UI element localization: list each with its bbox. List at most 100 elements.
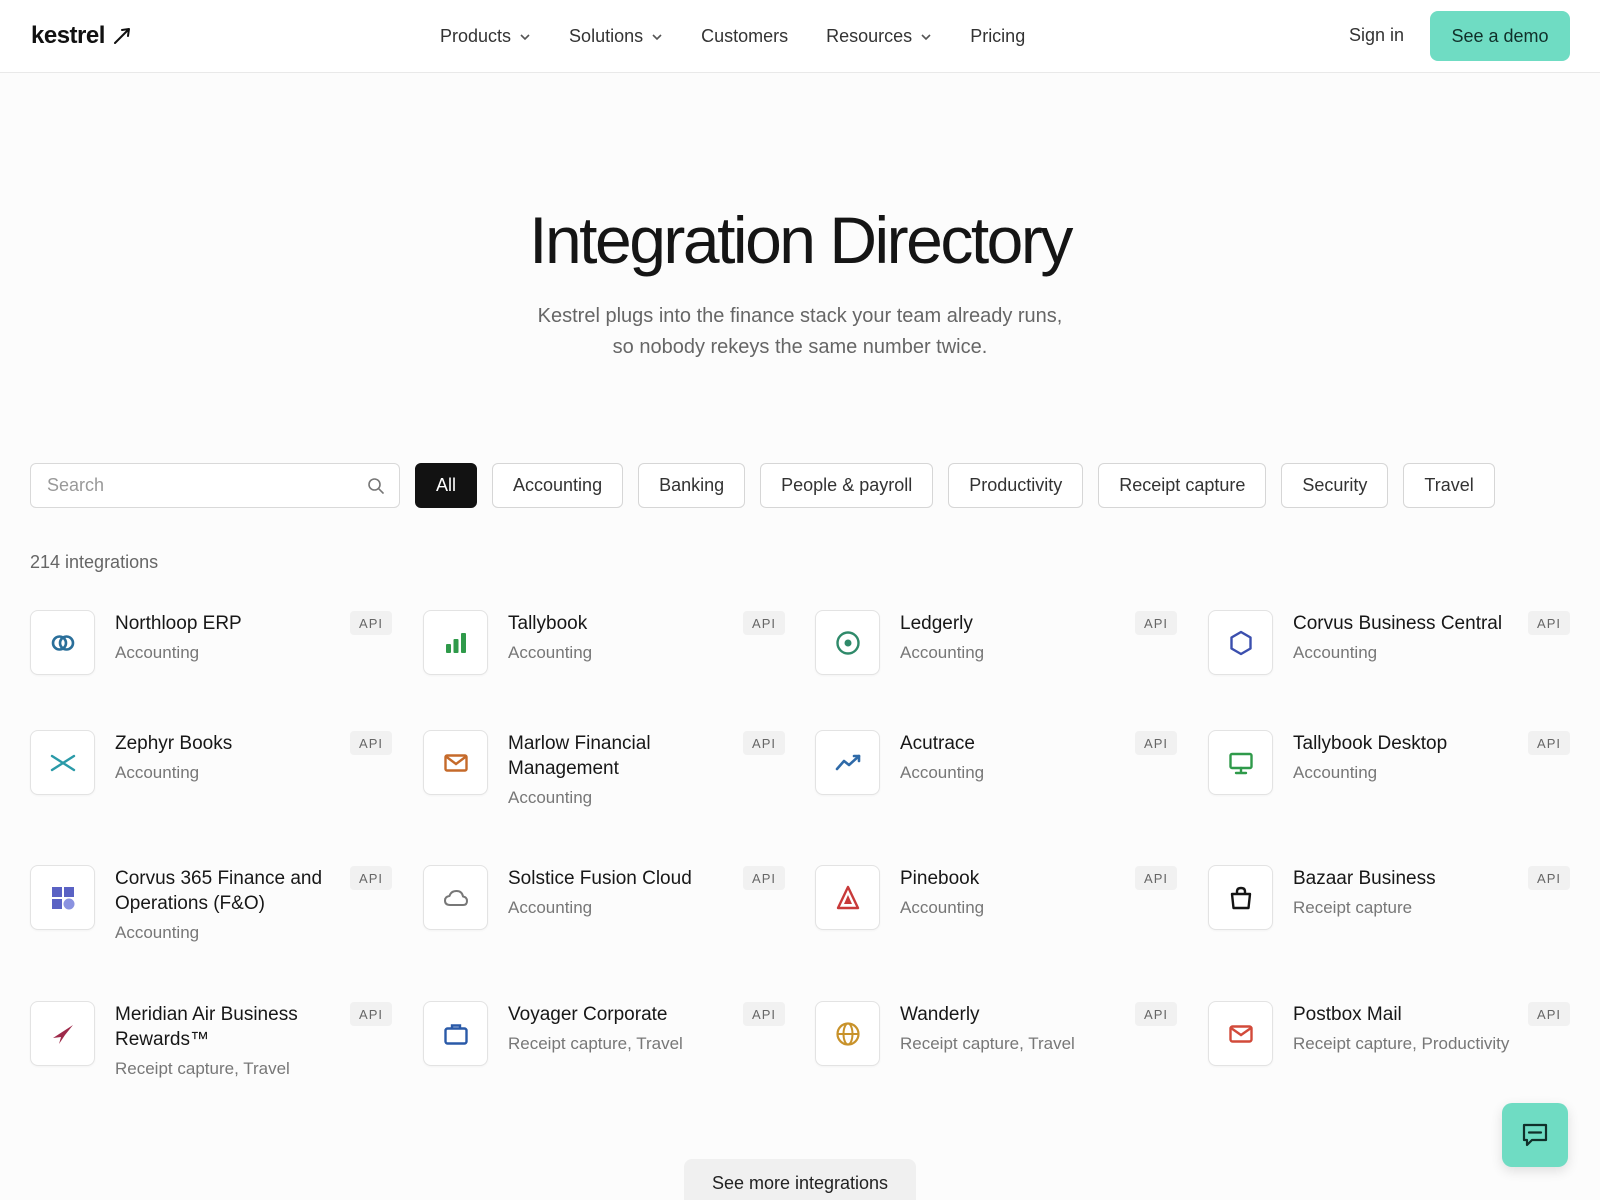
search-box [30,463,400,508]
integration-category: Receipt capture, Travel [508,1034,683,1053]
results-count: 214 integrations [30,552,159,572]
filter-chip-all[interactable]: All [415,463,478,508]
integration-category: Accounting [508,898,593,917]
cloud-icon [443,889,468,906]
chat-widget-button[interactable] [1502,1103,1568,1167]
tiles-icon [51,886,74,909]
api-badge: API [1135,731,1177,755]
category-filters: All Accounting Banking People & payroll … [415,463,1495,508]
api-badge: API [1528,1002,1570,1026]
integration-category: Receipt capture, Travel [115,1059,290,1078]
integration-name: Postbox Mail [1293,1004,1402,1025]
chevron-down-icon [520,33,530,40]
api-badge: API [1135,611,1177,635]
api-badge: API [1528,866,1570,890]
see-more-integrations-button[interactable]: See more integrations [684,1159,916,1200]
nav-pricing[interactable]: Pricing [970,26,1025,47]
nav-solutions[interactable]: Solutions [569,26,663,47]
nav-resources[interactable]: Resources [826,26,932,47]
envelope-icon [443,753,468,772]
filter-chip-productivity[interactable]: Productivity [948,463,1084,508]
filter-chip-banking[interactable]: Banking [638,463,746,508]
api-badge: API [350,731,392,755]
integration-logo [30,610,95,675]
integration-logo [30,1001,95,1066]
shopping-bag-icon [1230,886,1251,909]
nav-label: Pricing [970,26,1026,46]
integration-name: Zephyr Books [115,733,233,754]
target-icon [835,630,860,655]
filter-chip-accounting[interactable]: Accounting [492,463,624,508]
integration-category: Receipt capture [1293,898,1413,917]
filter-chip-receipt-capture[interactable]: Receipt capture [1098,463,1267,508]
integration-name: Meridian Air Business Rewards™ [115,1004,298,1050]
integration-logo [423,1001,488,1066]
integration-category: Accounting [900,643,985,662]
bird-icon [113,28,130,44]
api-badge: API [1135,1002,1177,1026]
api-badge: API [743,1002,785,1026]
api-badge: API [350,1002,392,1026]
subtitle-line: Kestrel plugs into the finance stack you… [537,305,1063,327]
page-title: Integration Directory [529,203,1073,277]
integration-logo [1208,865,1273,930]
filter-chip-travel[interactable]: Travel [1403,463,1495,508]
integration-logo [30,730,95,795]
subtitle-line: so nobody rekeys the same number twice. [612,336,988,358]
integration-category: Accounting [900,763,985,782]
integration-logo [423,730,488,795]
page-subtitle: Kestrel plugs into the finance stack you… [500,301,1100,363]
integration-logo [30,865,95,930]
integration-name: Solstice Fusion Cloud [508,868,692,889]
search-input[interactable] [31,464,399,507]
integration-name: Tallybook Desktop [1293,733,1448,754]
filter-chip-security[interactable]: Security [1281,463,1389,508]
nav-customers[interactable]: Customers [701,26,788,47]
api-badge: API [743,731,785,755]
chevron-down-icon [921,33,931,40]
api-badge: API [350,611,392,635]
api-badge: API [743,866,785,890]
integration-name: Ledgerly [900,613,973,634]
integration-logo [1208,1001,1273,1066]
integration-category: Accounting [900,898,985,917]
nav-label: Products [440,26,512,46]
integration-name: Marlow Financial Management [508,733,651,779]
briefcase-icon [443,1023,468,1045]
integration-name: Corvus 365 Finance and Operations (F&O) [115,868,323,914]
nav-label: Solutions [569,26,644,46]
integration-category: Accounting [508,788,593,807]
integration-category: Accounting [1293,763,1378,782]
main-nav: Products Solutions Customers Resources P… [440,0,1063,73]
api-badge: API [743,611,785,635]
api-badge: API [350,866,392,890]
mail-icon [1228,1024,1253,1043]
integration-category: Accounting [1293,643,1378,662]
integration-logo [1208,610,1273,675]
integration-category: Accounting [115,643,200,662]
airline-icon [52,1024,73,1044]
nav-label: Resources [826,26,913,46]
sign-in-link[interactable]: Sign in [1349,25,1404,46]
integration-category: Accounting [508,643,593,662]
api-badge: API [1528,611,1570,635]
integration-name: Voyager Corporate [508,1004,668,1025]
monitor-icon [1228,752,1253,774]
search-icon[interactable] [367,477,385,495]
filter-chip-people-payroll[interactable]: People & payroll [760,463,934,508]
api-badge: API [1528,731,1570,755]
integration-name: Corvus Business Central [1293,613,1503,634]
integration-logo [1208,730,1273,795]
rings-icon [51,634,74,651]
bar-chart-icon [445,632,466,653]
see-demo-button[interactable]: See a demo [1430,11,1570,61]
integration-name: Tallybook [508,613,588,634]
chat-bubble-icon [1522,1123,1548,1147]
triangle-icon [836,885,859,909]
integration-name: Bazaar Business [1293,868,1436,889]
integration-name: Pinebook [900,868,980,889]
api-badge: API [1135,866,1177,890]
nav-products[interactable]: Products [440,26,531,47]
integration-logo [423,865,488,930]
kestrel-logo[interactable]: kestrel [31,22,133,50]
